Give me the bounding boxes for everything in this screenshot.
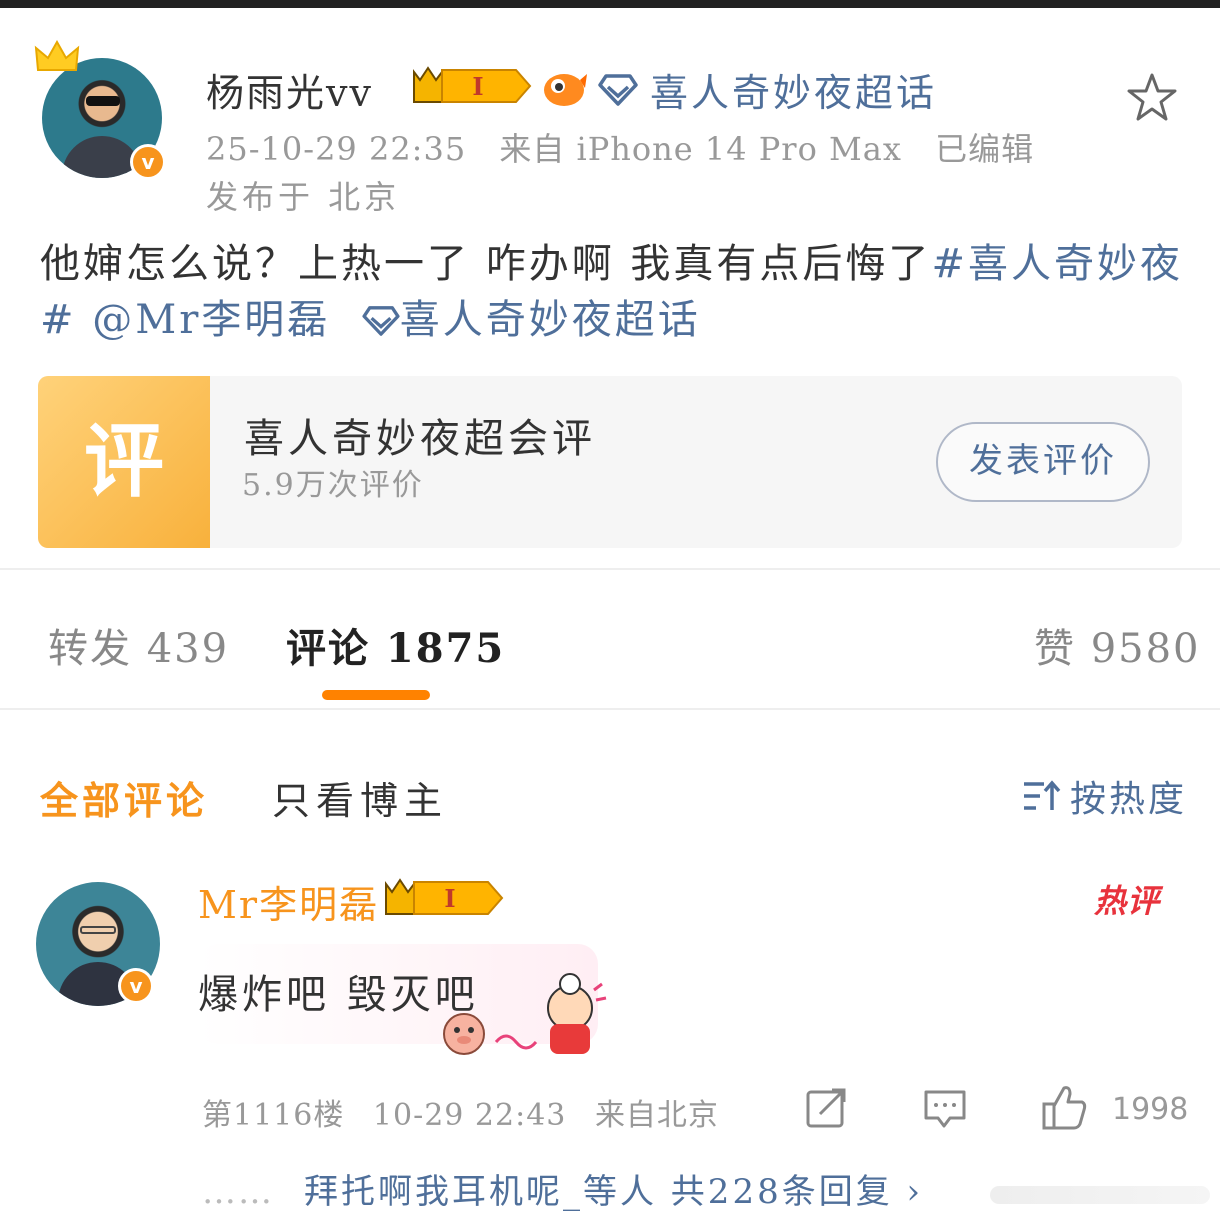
fish-icon bbox=[544, 74, 587, 106]
like-icon[interactable] bbox=[1040, 1082, 1090, 1132]
comment-time: 10-29 22:43 bbox=[372, 1098, 567, 1133]
verified-icon: v bbox=[130, 144, 166, 180]
divider bbox=[0, 568, 1220, 570]
supertopic-inline-link[interactable]: 喜人奇妙夜超话 bbox=[362, 297, 701, 343]
diamond-icon bbox=[362, 306, 400, 336]
review-card-thumbnail: 评 bbox=[38, 376, 210, 548]
comment-text: 爆炸吧 毁灭吧 bbox=[198, 972, 479, 1018]
post-source: 来自 iPhone 14 Pro Max bbox=[499, 130, 902, 168]
commenter-name[interactable]: Mr李明磊 bbox=[198, 874, 379, 929]
hot-comment-badge: 热评 bbox=[1094, 882, 1161, 920]
crown-icon bbox=[34, 40, 80, 71]
review-card[interactable]: 评 喜人奇妙夜超会评 5.9万次评价 发表评价 bbox=[38, 376, 1182, 548]
comment-like-count: 1998 bbox=[1112, 1092, 1189, 1127]
tab-repost[interactable]: 转发 439 bbox=[48, 616, 229, 674]
level-badge-icon: I bbox=[385, 878, 504, 915]
tab-likes[interactable]: 赞 9580 bbox=[1034, 616, 1201, 674]
supertopic-label: 喜人奇妙夜超话 bbox=[650, 71, 938, 115]
post-meta: 25-10-29 22:35 来自 iPhone 14 Pro Max 已编辑 bbox=[206, 124, 1056, 170]
verified-icon: v bbox=[118, 968, 154, 1004]
sort-button[interactable]: 按热度 bbox=[1022, 770, 1187, 822]
replies-dots: …… bbox=[202, 1172, 274, 1212]
review-card-subtitle: 5.9万次评价 bbox=[242, 468, 424, 503]
supertopic-link[interactable]: 喜人奇妙夜超话 bbox=[598, 62, 937, 117]
diamond-icon bbox=[598, 73, 638, 106]
svg-text:I: I bbox=[472, 72, 483, 101]
tab-comments[interactable]: 评论 1875 bbox=[286, 616, 505, 674]
divider bbox=[0, 708, 1220, 710]
share-icon[interactable] bbox=[804, 1086, 848, 1130]
sort-label: 按热度 bbox=[1070, 779, 1188, 820]
commenter-avatar-wrap[interactable]: v bbox=[36, 882, 166, 1012]
post-body: 他婶怎么说？上热一了 咋办啊 我真有点后悔了#喜人奇妙夜# @Mr李明磊 喜人奇… bbox=[40, 236, 1190, 348]
post-edited[interactable]: 已编辑 bbox=[935, 130, 1034, 168]
review-card-title: 喜人奇妙夜超会评 bbox=[244, 416, 596, 462]
filter-all-comments[interactable]: 全部评论 bbox=[40, 770, 208, 825]
post-review-button[interactable]: 发表评价 bbox=[936, 422, 1150, 502]
watermark bbox=[990, 1186, 1210, 1204]
author-avatar-wrap[interactable]: v bbox=[34, 40, 168, 180]
comment-icon[interactable] bbox=[922, 1086, 968, 1132]
review-glyph-icon: 评 bbox=[84, 415, 164, 508]
comment-floor: 第1116楼 bbox=[202, 1098, 345, 1133]
status-bar-edge bbox=[0, 0, 1220, 8]
filter-blogger-only[interactable]: 只看博主 bbox=[272, 770, 448, 825]
replies-text: 拜托啊我耳机呢_等人 共228条回复 › bbox=[304, 1172, 924, 1212]
comment-meta: 第1116楼 10-29 22:43 来自北京 bbox=[202, 1090, 737, 1134]
supertopic-inline-label: 喜人奇妙夜超话 bbox=[399, 297, 701, 343]
author-name[interactable]: 杨雨光vv bbox=[206, 62, 373, 117]
post-text-plain: 他婶怎么说？上热一了 咋办啊 我真有点后悔了 bbox=[40, 241, 932, 287]
mention-link[interactable]: @Mr李明磊 bbox=[92, 297, 330, 343]
post-date: 25-10-29 22:35 bbox=[206, 130, 467, 168]
star-icon[interactable] bbox=[1126, 72, 1178, 122]
post-location: 发布于 北京 bbox=[206, 178, 401, 216]
svg-text:I: I bbox=[444, 884, 455, 913]
active-tab-indicator bbox=[322, 690, 430, 700]
level-badge-icon: I bbox=[413, 66, 532, 103]
sticker-icon bbox=[443, 973, 607, 1055]
sort-icon bbox=[1024, 780, 1061, 810]
comment-location: 来自北京 bbox=[594, 1098, 719, 1133]
replies-link[interactable]: …… 拜托啊我耳机呢_等人 共228条回复 › bbox=[202, 1164, 923, 1213]
